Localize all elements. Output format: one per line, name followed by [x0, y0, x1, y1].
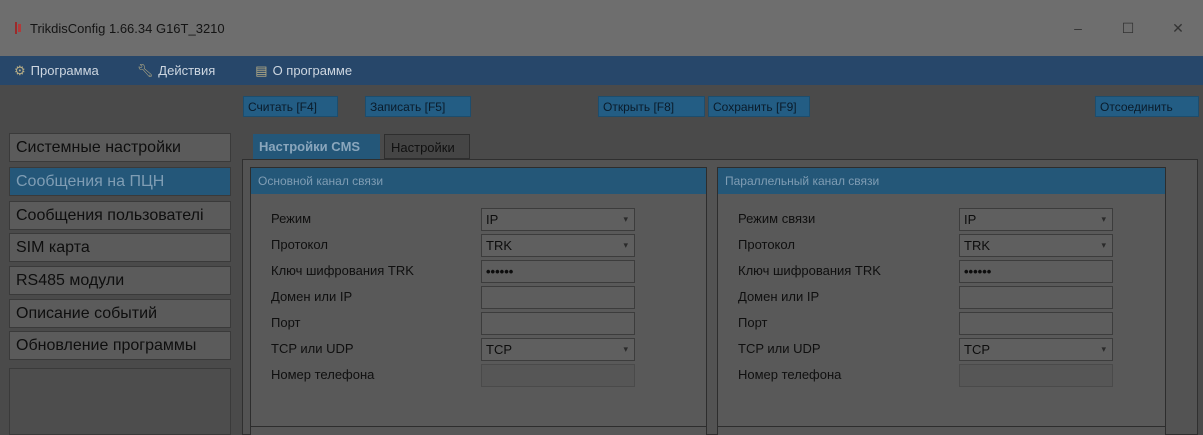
main-phone-input[interactable]	[481, 364, 635, 387]
sidebar-item-event-descriptions[interactable]: Описание событий	[9, 299, 231, 328]
disconnect-button[interactable]: Отсоединить	[1095, 96, 1199, 117]
window-controls: – ☐ ✕	[1053, 0, 1203, 56]
main-transport-value: TCP	[486, 342, 512, 357]
main-phone-label: Номер телефона	[271, 367, 375, 382]
chevron-down-icon: ▾	[623, 344, 628, 354]
main-protocol-label: Протокол	[271, 237, 328, 252]
write-button[interactable]: Записать [F5]	[365, 96, 471, 117]
main-mode-row: Режим IP ▾	[251, 208, 706, 232]
chevron-down-icon: ▾	[1101, 214, 1106, 224]
open-button[interactable]: Открыть [F8]	[598, 96, 705, 117]
main-transport-row: TCP или UDP TCP ▾	[251, 338, 706, 362]
main-key-row: Ключ шифрования TRK ••••••	[251, 260, 706, 284]
parallel-key-label: Ключ шифрования TRK	[738, 263, 881, 278]
main-mode-value: IP	[486, 212, 499, 227]
wrench-icon: 🔧︎	[136, 62, 154, 78]
info-icon: ▤	[255, 62, 268, 78]
parallel-domain-input[interactable]	[959, 286, 1113, 309]
main-phone-row: Номер телефона	[251, 364, 706, 388]
main-channel-panel: Основной канал связи Режим IP ▾ Протокол…	[250, 167, 707, 432]
parallel-key-row: Ключ шифрования TRK ••••••	[718, 260, 1165, 284]
parallel-protocol-label: Протокол	[738, 237, 795, 252]
main-protocol-value: TRK	[486, 238, 512, 253]
chevron-down-icon: ▾	[1101, 240, 1106, 250]
gear-icon: ⚙	[14, 62, 26, 78]
parallel-key-input[interactable]: ••••••	[959, 260, 1113, 283]
parallel-mode-row: Режим связи IP ▾	[718, 208, 1165, 232]
save-button[interactable]: Сохранить [F9]	[708, 96, 810, 117]
main-protocol-select[interactable]: TRK ▾	[481, 234, 635, 257]
chevron-down-icon: ▾	[1101, 344, 1106, 354]
parallel-channel-title: Параллельный канал связи	[718, 168, 1165, 194]
parallel-transport-select[interactable]: TCP ▾	[959, 338, 1113, 361]
menu-about[interactable]: ▤ О программе	[255, 63, 352, 79]
menu-actions-label: Действия	[158, 63, 216, 78]
main-domain-row: Домен или IP	[251, 286, 706, 310]
sidebar-item-cms-messages[interactable]: Сообщения на ПЦН	[9, 167, 231, 196]
lower-right-panel	[717, 426, 1166, 435]
parallel-mode-value: IP	[964, 212, 977, 227]
parallel-channel-panel: Параллельный канал связи Режим связи IP …	[717, 167, 1166, 432]
main-port-label: Порт	[271, 315, 301, 330]
app-logo-icon	[14, 22, 22, 34]
tab-cms-settings[interactable]: Настройки CMS	[253, 134, 380, 159]
parallel-protocol-value: TRK	[964, 238, 990, 253]
sidebar-item-rs485-modules[interactable]: RS485 модули	[9, 266, 231, 295]
menu-bar: ⚙ Программа 🔧︎ Действия ▤ О программе	[0, 56, 1203, 85]
sidebar-item-user-messages[interactable]: Сообщения пользователі	[9, 201, 231, 230]
main-domain-input[interactable]	[481, 286, 635, 309]
read-button[interactable]: Считать [F4]	[243, 96, 338, 117]
parallel-transport-value: TCP	[964, 342, 990, 357]
parallel-phone-input[interactable]	[959, 364, 1113, 387]
title-bar: TrikdisConfig 1.66.34 G16T_3210 – ☐ ✕	[0, 0, 1203, 56]
minimize-button[interactable]: –	[1053, 20, 1103, 36]
menu-program-label: Программа	[30, 63, 99, 78]
menu-program[interactable]: ⚙ Программа	[14, 63, 99, 79]
main-mode-label: Режим	[271, 211, 312, 226]
main-area: Считать [F4] Записать [F5] Открыть [F8] …	[0, 85, 1203, 435]
sidebar-item-sim-card[interactable]: SIM карта	[9, 233, 231, 262]
main-port-row: Порт	[251, 312, 706, 336]
main-domain-label: Домен или IP	[271, 289, 353, 304]
sidebar-item-system-settings[interactable]: Системные настройки	[9, 133, 231, 162]
sidebar-item-firmware-update[interactable]: Обновление программы	[9, 331, 231, 360]
main-port-input[interactable]	[481, 312, 635, 335]
lower-left-panel	[250, 426, 707, 435]
parallel-phone-row: Номер телефона	[718, 364, 1165, 388]
parallel-transport-row: TCP или UDP TCP ▾	[718, 338, 1165, 362]
menu-actions[interactable]: 🔧︎ Действия	[137, 63, 215, 79]
main-transport-label: TCP или UDP	[271, 341, 354, 356]
maximize-button[interactable]: ☐	[1103, 20, 1153, 37]
parallel-domain-row: Домен или IP	[718, 286, 1165, 310]
parallel-domain-label: Домен или IP	[738, 289, 820, 304]
window-title: TrikdisConfig 1.66.34 G16T_3210	[30, 20, 225, 36]
parallel-protocol-select[interactable]: TRK ▾	[959, 234, 1113, 257]
main-transport-select[interactable]: TCP ▾	[481, 338, 635, 361]
parallel-protocol-row: Протокол TRK ▾	[718, 234, 1165, 258]
parallel-mode-label: Режим связи	[738, 211, 816, 226]
tab-settings[interactable]: Настройки	[384, 134, 470, 159]
parallel-transport-label: TCP или UDP	[738, 341, 821, 356]
parallel-phone-label: Номер телефона	[738, 367, 842, 382]
parallel-port-input[interactable]	[959, 312, 1113, 335]
main-key-input[interactable]: ••••••	[481, 260, 635, 283]
chevron-down-icon: ▾	[623, 240, 628, 250]
parallel-mode-select[interactable]: IP ▾	[959, 208, 1113, 231]
chevron-down-icon: ▾	[623, 214, 628, 224]
parallel-port-label: Порт	[738, 315, 768, 330]
parallel-port-row: Порт	[718, 312, 1165, 336]
main-protocol-row: Протокол TRK ▾	[251, 234, 706, 258]
main-key-label: Ключ шифрования TRK	[271, 263, 414, 278]
main-channel-title: Основной канал связи	[251, 168, 706, 194]
close-button[interactable]: ✕	[1153, 20, 1203, 37]
menu-about-label: О программе	[272, 63, 353, 78]
main-mode-select[interactable]: IP ▾	[481, 208, 635, 231]
sidebar-empty-area	[9, 368, 231, 435]
